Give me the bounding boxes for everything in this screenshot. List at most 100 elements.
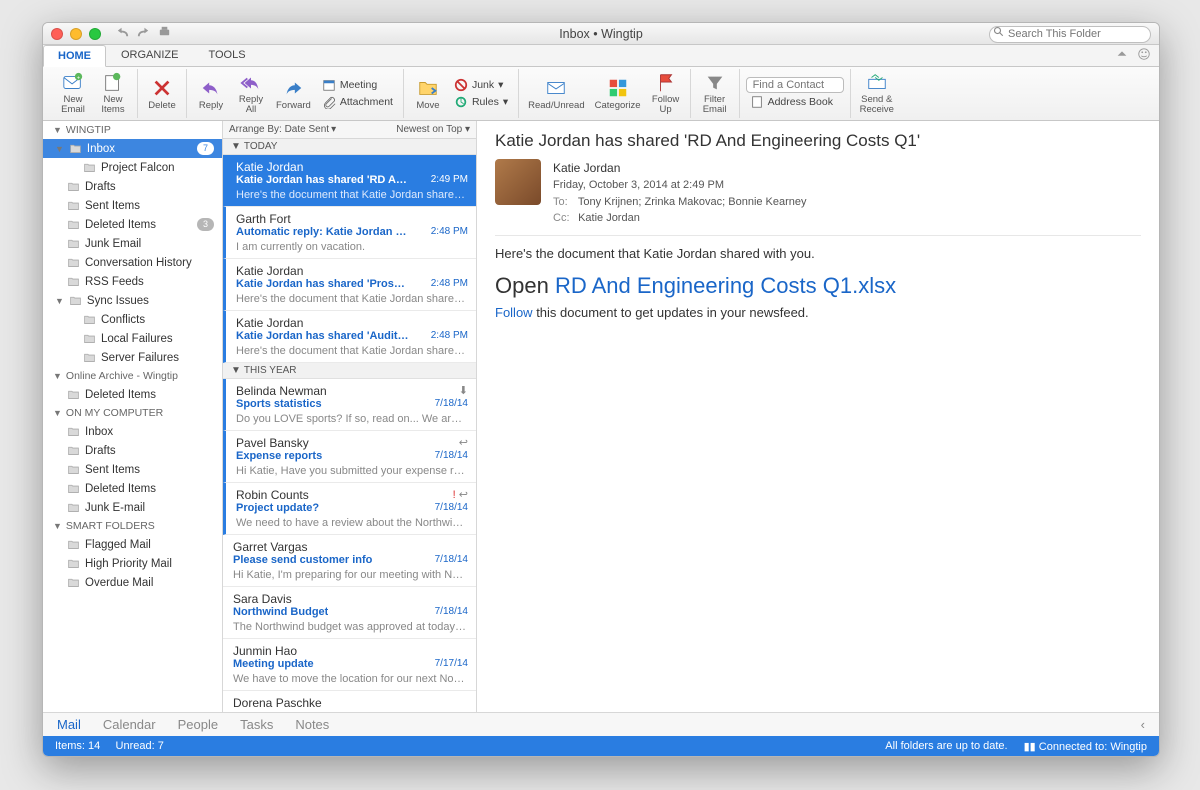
move-button[interactable]: Move xyxy=(410,75,446,113)
status-bar: Items: 14 Unread: 7 All folders are up t… xyxy=(43,736,1159,756)
view-calendar[interactable]: Calendar xyxy=(103,717,156,732)
find-contact-input[interactable] xyxy=(746,77,844,93)
folder-deleted-items[interactable]: Deleted Items3 xyxy=(43,215,222,234)
folder-junk-e-mail[interactable]: Junk E-mail xyxy=(43,498,222,517)
ribbon-tabs: HOME ORGANIZE TOOLS xyxy=(43,45,1159,67)
sender-name: Katie Jordan xyxy=(553,159,807,177)
svg-text:+: + xyxy=(77,75,80,81)
open-document-heading: Open RD And Engineering Costs Q1.xlsx xyxy=(495,273,1141,299)
message-item[interactable]: Sara DavisNorthwind BudgetThe Northwind … xyxy=(223,587,476,639)
account-header[interactable]: ▼ SMART FOLDERS xyxy=(43,517,222,535)
follow-up-button[interactable]: Follow Up xyxy=(648,70,684,117)
attachment-button[interactable]: Attachment xyxy=(318,94,397,110)
folder-deleted-items[interactable]: Deleted Items xyxy=(43,385,222,404)
view-tasks[interactable]: Tasks xyxy=(240,717,273,732)
folder-conflicts[interactable]: Conflicts xyxy=(43,310,222,329)
folder-high-priority-mail[interactable]: High Priority Mail xyxy=(43,554,222,573)
message-item[interactable]: Garth FortAutomatic reply: Katie Jordan … xyxy=(223,207,476,259)
message-item[interactable]: Belinda NewmanSports statisticsDo you LO… xyxy=(223,379,476,431)
message-date: Friday, October 3, 2014 at 2:49 PM xyxy=(553,177,807,194)
window-controls xyxy=(51,28,101,40)
message-item[interactable]: Katie JordanKatie Jordan has shared 'Pro… xyxy=(223,259,476,311)
folder-server-failures[interactable]: Server Failures xyxy=(43,348,222,367)
folder-sent-items[interactable]: Sent Items xyxy=(43,196,222,215)
reply-all-button[interactable]: Reply All xyxy=(233,70,269,117)
search-input[interactable] xyxy=(989,26,1151,43)
folder-inbox[interactable]: ▼Inbox7 xyxy=(43,139,222,158)
folder-sync-issues[interactable]: ▼Sync Issues xyxy=(43,291,222,310)
cc-recipients: Katie Jordan xyxy=(578,212,640,224)
tab-tools[interactable]: TOOLS xyxy=(193,44,260,66)
redo-icon[interactable] xyxy=(136,24,151,44)
send-receive-button[interactable]: Send & Receive xyxy=(857,70,897,117)
meeting-button[interactable]: Meeting xyxy=(318,77,397,93)
search-icon xyxy=(993,26,1005,38)
new-items-button[interactable]: New Items xyxy=(95,70,131,117)
follow-link[interactable]: Follow xyxy=(495,305,533,320)
address-book-button[interactable]: Address Book xyxy=(746,94,844,110)
document-link[interactable]: RD And Engineering Costs Q1.xlsx xyxy=(555,273,896,298)
arrange-bar[interactable]: Arrange By: Date Sent▾ Newest on Top ▾ xyxy=(223,121,476,139)
expand-views-icon[interactable]: ‹ xyxy=(1141,717,1145,732)
folder-junk-email[interactable]: Junk Email xyxy=(43,234,222,253)
reply-button[interactable]: Reply xyxy=(193,75,229,113)
close-window-button[interactable] xyxy=(51,28,63,40)
message-item[interactable]: Junmin HaoMeeting updateWe have to move … xyxy=(223,639,476,691)
folder-sidebar: ▼ WINGTIP▼Inbox7Project FalconDraftsSent… xyxy=(43,121,223,712)
view-mail[interactable]: Mail xyxy=(57,717,81,732)
folder-sent-items[interactable]: Sent Items xyxy=(43,460,222,479)
folder-rss-feeds[interactable]: RSS Feeds xyxy=(43,272,222,291)
folder-project-falcon[interactable]: Project Falcon xyxy=(43,158,222,177)
rules-button[interactable]: Rules ▾ xyxy=(450,94,512,110)
body-text: Here's the document that Katie Jordan sh… xyxy=(495,246,1141,261)
status-counts: Items: 14 Unread: 7 xyxy=(55,740,164,752)
filter-email-button[interactable]: Filter Email xyxy=(697,70,733,117)
view-people[interactable]: People xyxy=(178,717,218,732)
help-smiley-icon[interactable] xyxy=(1137,47,1151,66)
zoom-window-button[interactable] xyxy=(89,28,101,40)
message-item[interactable]: Garret VargasPlease send customer infoHi… xyxy=(223,535,476,587)
message-item[interactable]: Katie JordanKatie Jordan has shared 'Aud… xyxy=(223,311,476,363)
new-email-button[interactable]: +New Email xyxy=(55,70,91,117)
message-title: Katie Jordan has shared 'RD And Engineer… xyxy=(495,131,1141,151)
folder-local-failures[interactable]: Local Failures xyxy=(43,329,222,348)
message-item[interactable]: Pavel BanskyExpense reportsHi Katie, Hav… xyxy=(223,431,476,483)
categorize-button[interactable]: Categorize xyxy=(592,75,644,113)
folder-deleted-items[interactable]: Deleted Items xyxy=(43,479,222,498)
message-group-header[interactable]: ▼ TODAY xyxy=(223,139,476,155)
reading-pane: Katie Jordan has shared 'RD And Engineer… xyxy=(477,121,1159,712)
folder-inbox[interactable]: Inbox xyxy=(43,422,222,441)
forward-button[interactable]: Forward xyxy=(273,75,314,113)
print-icon[interactable] xyxy=(157,24,172,44)
message-item[interactable]: Robin CountsProject update?We need to ha… xyxy=(223,483,476,535)
view-switcher: Mail Calendar People Tasks Notes ‹ xyxy=(43,712,1159,736)
tab-home[interactable]: HOME xyxy=(43,45,106,67)
folder-drafts[interactable]: Drafts xyxy=(43,177,222,196)
read-unread-button[interactable]: Read/Unread xyxy=(525,75,588,113)
message-item[interactable]: Katie JordanKatie Jordan has shared 'RD … xyxy=(223,155,476,207)
main-area: ▼ WINGTIP▼Inbox7Project FalconDraftsSent… xyxy=(43,121,1159,712)
status-connection: ▮▮ Connected to: Wingtip xyxy=(1024,740,1147,753)
to-recipients: Tony Krijnen; Zrinka Makovac; Bonnie Kea… xyxy=(578,196,807,208)
folder-drafts[interactable]: Drafts xyxy=(43,441,222,460)
account-header[interactable]: ▼ Online Archive - Wingtip xyxy=(43,367,222,385)
app-window: Inbox • Wingtip HOME ORGANIZE TOOLS +New… xyxy=(42,22,1160,757)
minimize-window-button[interactable] xyxy=(70,28,82,40)
titlebar: Inbox • Wingtip xyxy=(43,23,1159,45)
collapse-ribbon-icon[interactable] xyxy=(1115,47,1129,66)
message-group-header[interactable]: ▼ THIS YEAR xyxy=(223,363,476,379)
undo-icon[interactable] xyxy=(115,24,130,44)
folder-flagged-mail[interactable]: Flagged Mail xyxy=(43,535,222,554)
folder-overdue-mail[interactable]: Overdue Mail xyxy=(43,573,222,592)
message-item[interactable]: Dorena Paschke xyxy=(223,691,476,712)
ribbon: +New Email New Items Delete Reply Reply … xyxy=(43,67,1159,121)
account-header[interactable]: ▼ WINGTIP xyxy=(43,121,222,139)
account-header[interactable]: ▼ ON MY COMPUTER xyxy=(43,404,222,422)
status-sync: All folders are up to date. xyxy=(885,740,1007,753)
delete-button[interactable]: Delete xyxy=(144,75,180,113)
sender-avatar xyxy=(495,159,541,205)
folder-conversation-history[interactable]: Conversation History xyxy=(43,253,222,272)
view-notes[interactable]: Notes xyxy=(295,717,329,732)
tab-organize[interactable]: ORGANIZE xyxy=(106,44,193,66)
junk-button[interactable]: Junk ▾ xyxy=(450,77,512,93)
